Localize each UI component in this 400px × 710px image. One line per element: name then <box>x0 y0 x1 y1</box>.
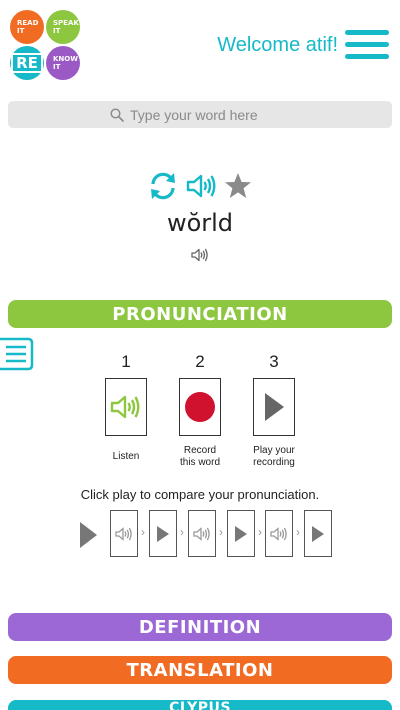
refresh-icon[interactable] <box>147 170 179 202</box>
record-button[interactable] <box>179 378 221 436</box>
compare-original-1[interactable] <box>110 510 138 557</box>
logo-speak-text: SPEAK <box>53 19 79 27</box>
logo-re-text: RE <box>11 53 43 73</box>
pronunciation-section-header[interactable]: PRONUNCIATION <box>8 300 392 328</box>
step-1-label-line1: Listen <box>112 451 140 462</box>
search-input[interactable] <box>130 106 290 123</box>
logo-speak-it-text: IT <box>53 27 61 35</box>
app-logo[interactable]: READ IT SPEAK IT RE KNOW IT <box>10 10 82 82</box>
compare-instructions: Click play to compare your pronunciation… <box>80 487 320 502</box>
compare-recording-2[interactable] <box>227 510 255 557</box>
search-bar[interactable] <box>8 101 392 128</box>
star-icon[interactable] <box>223 171 253 201</box>
logo-re: RE <box>10 46 44 80</box>
logo-know-it: KNOW IT <box>46 46 80 80</box>
logo-speak-it: SPEAK IT <box>46 10 80 44</box>
speaker-icon[interactable] <box>185 170 217 202</box>
listen-speaker-icon <box>110 395 140 419</box>
side-list-tab-icon[interactable] <box>0 337 34 371</box>
step-1-label: Listen <box>91 451 161 463</box>
compare-play-small-icon <box>157 525 169 542</box>
compare-separator-icon: › <box>141 525 145 539</box>
logo-read-it-text: IT <box>17 27 25 35</box>
step-2-label-line1: Record <box>183 445 217 456</box>
step-3-number: 3 <box>269 352 279 371</box>
search-icon <box>110 107 124 122</box>
logo-know-it-text: IT <box>53 63 61 71</box>
word-actions <box>147 170 253 202</box>
logo-read-it: READ IT <box>10 10 44 44</box>
clypus-section-header[interactable]: CLYPUS <box>8 700 392 710</box>
welcome-message: Welcome atif! <box>217 34 338 56</box>
compare-recording-1[interactable] <box>149 510 177 557</box>
compare-original-3[interactable] <box>265 510 293 557</box>
translation-section-header[interactable]: TRANSLATION <box>8 656 392 684</box>
step-2-number: 2 <box>195 352 205 371</box>
step-3-label-line1: Play your <box>253 445 295 456</box>
play-icon <box>265 393 284 421</box>
step-1-number: 1 <box>121 352 131 371</box>
step-2-label: Record this word <box>165 445 235 469</box>
compare-original-2[interactable] <box>188 510 216 557</box>
compare-speaker-icon <box>193 526 210 541</box>
compare-speaker-icon <box>115 526 132 541</box>
compare-play-icon[interactable] <box>78 521 98 549</box>
compare-separator-icon: › <box>296 525 300 539</box>
listen-button[interactable] <box>105 378 147 436</box>
compare-play-small-icon <box>312 525 324 542</box>
small-speaker-icon[interactable] <box>190 246 210 264</box>
step-3-label: Play your recording <box>239 445 309 469</box>
definition-section-header[interactable]: DEFINITION <box>8 613 392 641</box>
word-title: wŏrld <box>166 209 234 237</box>
logo-know-text: KNOW <box>53 55 78 63</box>
compare-separator-icon: › <box>219 525 223 539</box>
play-recording-button[interactable] <box>253 378 295 436</box>
compare-separator-icon: › <box>258 525 262 539</box>
menu-icon[interactable] <box>345 30 389 62</box>
step-3-label-line2: recording <box>253 457 295 468</box>
compare-recording-3[interactable] <box>304 510 332 557</box>
step-2-label-line2: this word <box>179 457 220 468</box>
record-icon <box>185 392 215 422</box>
logo-read-text: READ <box>17 19 39 27</box>
compare-play-small-icon <box>235 525 247 542</box>
compare-separator-icon: › <box>180 525 184 539</box>
compare-speaker-icon <box>270 526 287 541</box>
